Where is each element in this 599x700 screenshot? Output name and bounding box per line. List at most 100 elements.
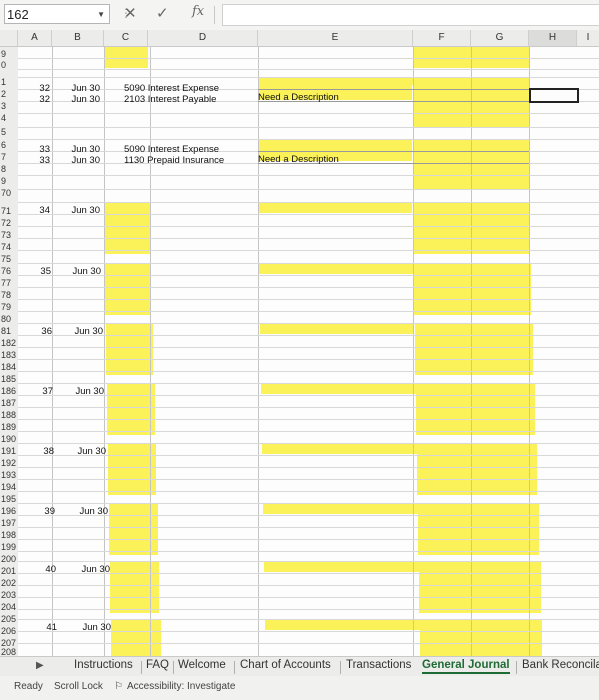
row-header[interactable]: 72 bbox=[0, 218, 18, 229]
entry-date[interactable]: Jun 30 bbox=[55, 266, 101, 277]
entry-number[interactable]: 41 bbox=[39, 622, 57, 633]
row-header[interactable]: 5 bbox=[0, 127, 18, 138]
amount-cells[interactable] bbox=[418, 503, 539, 555]
row-header[interactable]: 70 bbox=[0, 188, 18, 199]
row-header[interactable]: 191 bbox=[0, 446, 18, 457]
entry-number[interactable]: 39 bbox=[37, 506, 55, 517]
entry-number[interactable]: 32 bbox=[32, 94, 50, 105]
row-header[interactable]: 199 bbox=[0, 542, 18, 553]
row-header[interactable]: 79 bbox=[0, 302, 18, 313]
name-box[interactable]: 162 ▼ bbox=[4, 4, 110, 24]
amount-cells[interactable] bbox=[414, 263, 531, 315]
row-header[interactable]: 196 bbox=[0, 506, 18, 517]
column-header-h[interactable]: H bbox=[529, 30, 577, 46]
scroll-tabs-right-icon[interactable]: ▶ bbox=[36, 660, 44, 671]
row-header[interactable]: 9 bbox=[0, 49, 18, 60]
amount-cells[interactable] bbox=[420, 619, 542, 656]
row-header[interactable]: 198 bbox=[0, 530, 18, 541]
column-header-b[interactable]: B bbox=[52, 30, 104, 46]
row-header[interactable]: 187 bbox=[0, 398, 18, 409]
amount-cells[interactable] bbox=[419, 561, 541, 613]
row-header[interactable]: 71 bbox=[0, 206, 18, 217]
tab-welcome[interactable]: Welcome bbox=[178, 659, 226, 671]
row-header[interactable]: 202 bbox=[0, 578, 18, 589]
entry-date[interactable]: Jun 30 bbox=[58, 446, 106, 457]
column-header-f[interactable]: F bbox=[413, 30, 471, 46]
amount-cells[interactable] bbox=[416, 383, 535, 435]
account-name[interactable]: 2103 Interest Payable bbox=[124, 94, 216, 105]
row-header[interactable]: 197 bbox=[0, 518, 18, 529]
row-header[interactable]: 7 bbox=[0, 152, 18, 163]
tab-instructions[interactable]: Instructions bbox=[74, 659, 133, 671]
row-header[interactable]: 1 bbox=[0, 77, 18, 88]
row-header[interactable]: 6 bbox=[0, 140, 18, 151]
row-header[interactable]: 183 bbox=[0, 350, 18, 361]
tab-chart-of-accounts[interactable]: Chart of Accounts bbox=[240, 659, 331, 671]
formula-input[interactable] bbox=[222, 4, 599, 26]
entry-number[interactable]: 35 bbox=[33, 266, 51, 277]
row-header[interactable]: 188 bbox=[0, 410, 18, 421]
selected-cell[interactable] bbox=[529, 88, 579, 103]
row-header[interactable]: 190 bbox=[0, 434, 18, 445]
row-header[interactable]: 184 bbox=[0, 362, 18, 373]
cancel-icon[interactable]: ✕ bbox=[124, 4, 137, 22]
entry-number[interactable]: 32 bbox=[32, 83, 50, 94]
chevron-down-icon[interactable]: ▼ bbox=[97, 5, 105, 25]
description-cell[interactable] bbox=[263, 503, 419, 514]
column-header-e[interactable]: E bbox=[258, 30, 413, 46]
entry-date[interactable]: Jun 30 bbox=[54, 155, 100, 166]
amount-cells[interactable] bbox=[415, 323, 533, 375]
account-name[interactable]: 5090 Interest Expense bbox=[124, 83, 219, 94]
entry-date[interactable]: Jun 30 bbox=[57, 386, 104, 397]
account-cells[interactable] bbox=[110, 561, 159, 613]
entry-description[interactable]: Need a Description bbox=[258, 154, 339, 165]
column-header-c[interactable]: C bbox=[104, 30, 148, 46]
entry-description[interactable]: Need a Description bbox=[258, 92, 339, 103]
tab-bank-reconciliation[interactable]: Bank Reconcila bbox=[522, 659, 599, 671]
account-cells[interactable] bbox=[107, 383, 155, 435]
row-header[interactable]: 78 bbox=[0, 290, 18, 301]
select-all-corner[interactable] bbox=[0, 30, 18, 46]
row-header[interactable]: 81 bbox=[0, 326, 18, 337]
status-accessibility[interactable]: Accessibility: Investigate bbox=[127, 681, 235, 692]
worksheet-grid[interactable]: 32 32 Jun 30 Jun 30 5090 Interest Expens… bbox=[18, 47, 599, 656]
accessibility-icon[interactable]: ⚐ bbox=[114, 681, 123, 692]
account-name[interactable]: 1130 Prepaid Insurance bbox=[124, 155, 224, 166]
row-header[interactable]: 75 bbox=[0, 254, 18, 265]
row-header[interactable]: 201 bbox=[0, 566, 18, 577]
row-header[interactable]: 189 bbox=[0, 422, 18, 433]
row-header[interactable]: 74 bbox=[0, 242, 18, 253]
entry-date[interactable]: Jun 30 bbox=[61, 622, 111, 633]
row-header[interactable]: 0 bbox=[0, 60, 18, 71]
entry-date[interactable]: Jun 30 bbox=[54, 205, 100, 216]
description-cell[interactable] bbox=[260, 323, 414, 334]
account-cells[interactable] bbox=[106, 323, 153, 375]
enter-icon[interactable]: ✓ bbox=[156, 4, 169, 22]
description-cell[interactable] bbox=[261, 383, 416, 394]
column-header-d[interactable]: D bbox=[148, 30, 258, 46]
row-header[interactable]: 194 bbox=[0, 482, 18, 493]
row-header[interactable]: 80 bbox=[0, 314, 18, 325]
entry-date[interactable]: Jun 30 bbox=[56, 326, 103, 337]
column-header-g[interactable]: G bbox=[471, 30, 529, 46]
account-cells[interactable] bbox=[105, 263, 151, 315]
row-header[interactable]: 195 bbox=[0, 494, 18, 505]
description-cell[interactable] bbox=[258, 202, 412, 213]
row-header[interactable]: 205 bbox=[0, 614, 18, 625]
row-header[interactable]: 2 bbox=[0, 89, 18, 100]
row-header[interactable]: 182 bbox=[0, 338, 18, 349]
account-cells[interactable] bbox=[111, 619, 161, 656]
row-header[interactable]: 4 bbox=[0, 113, 18, 124]
entry-date[interactable]: Jun 30 bbox=[54, 144, 100, 155]
insert-function-icon[interactable]: fx bbox=[192, 4, 204, 19]
description-cell[interactable] bbox=[265, 619, 421, 630]
row-header[interactable]: 204 bbox=[0, 602, 18, 613]
account-cells[interactable] bbox=[104, 202, 150, 254]
entry-number[interactable]: 38 bbox=[36, 446, 54, 457]
row-header[interactable]: 206 bbox=[0, 626, 18, 637]
account-cells[interactable] bbox=[108, 443, 156, 495]
entry-number[interactable]: 33 bbox=[32, 155, 50, 166]
row-header[interactable]: 3 bbox=[0, 101, 18, 112]
description-cell[interactable] bbox=[264, 561, 420, 572]
row-header[interactable]: 185 bbox=[0, 374, 18, 385]
